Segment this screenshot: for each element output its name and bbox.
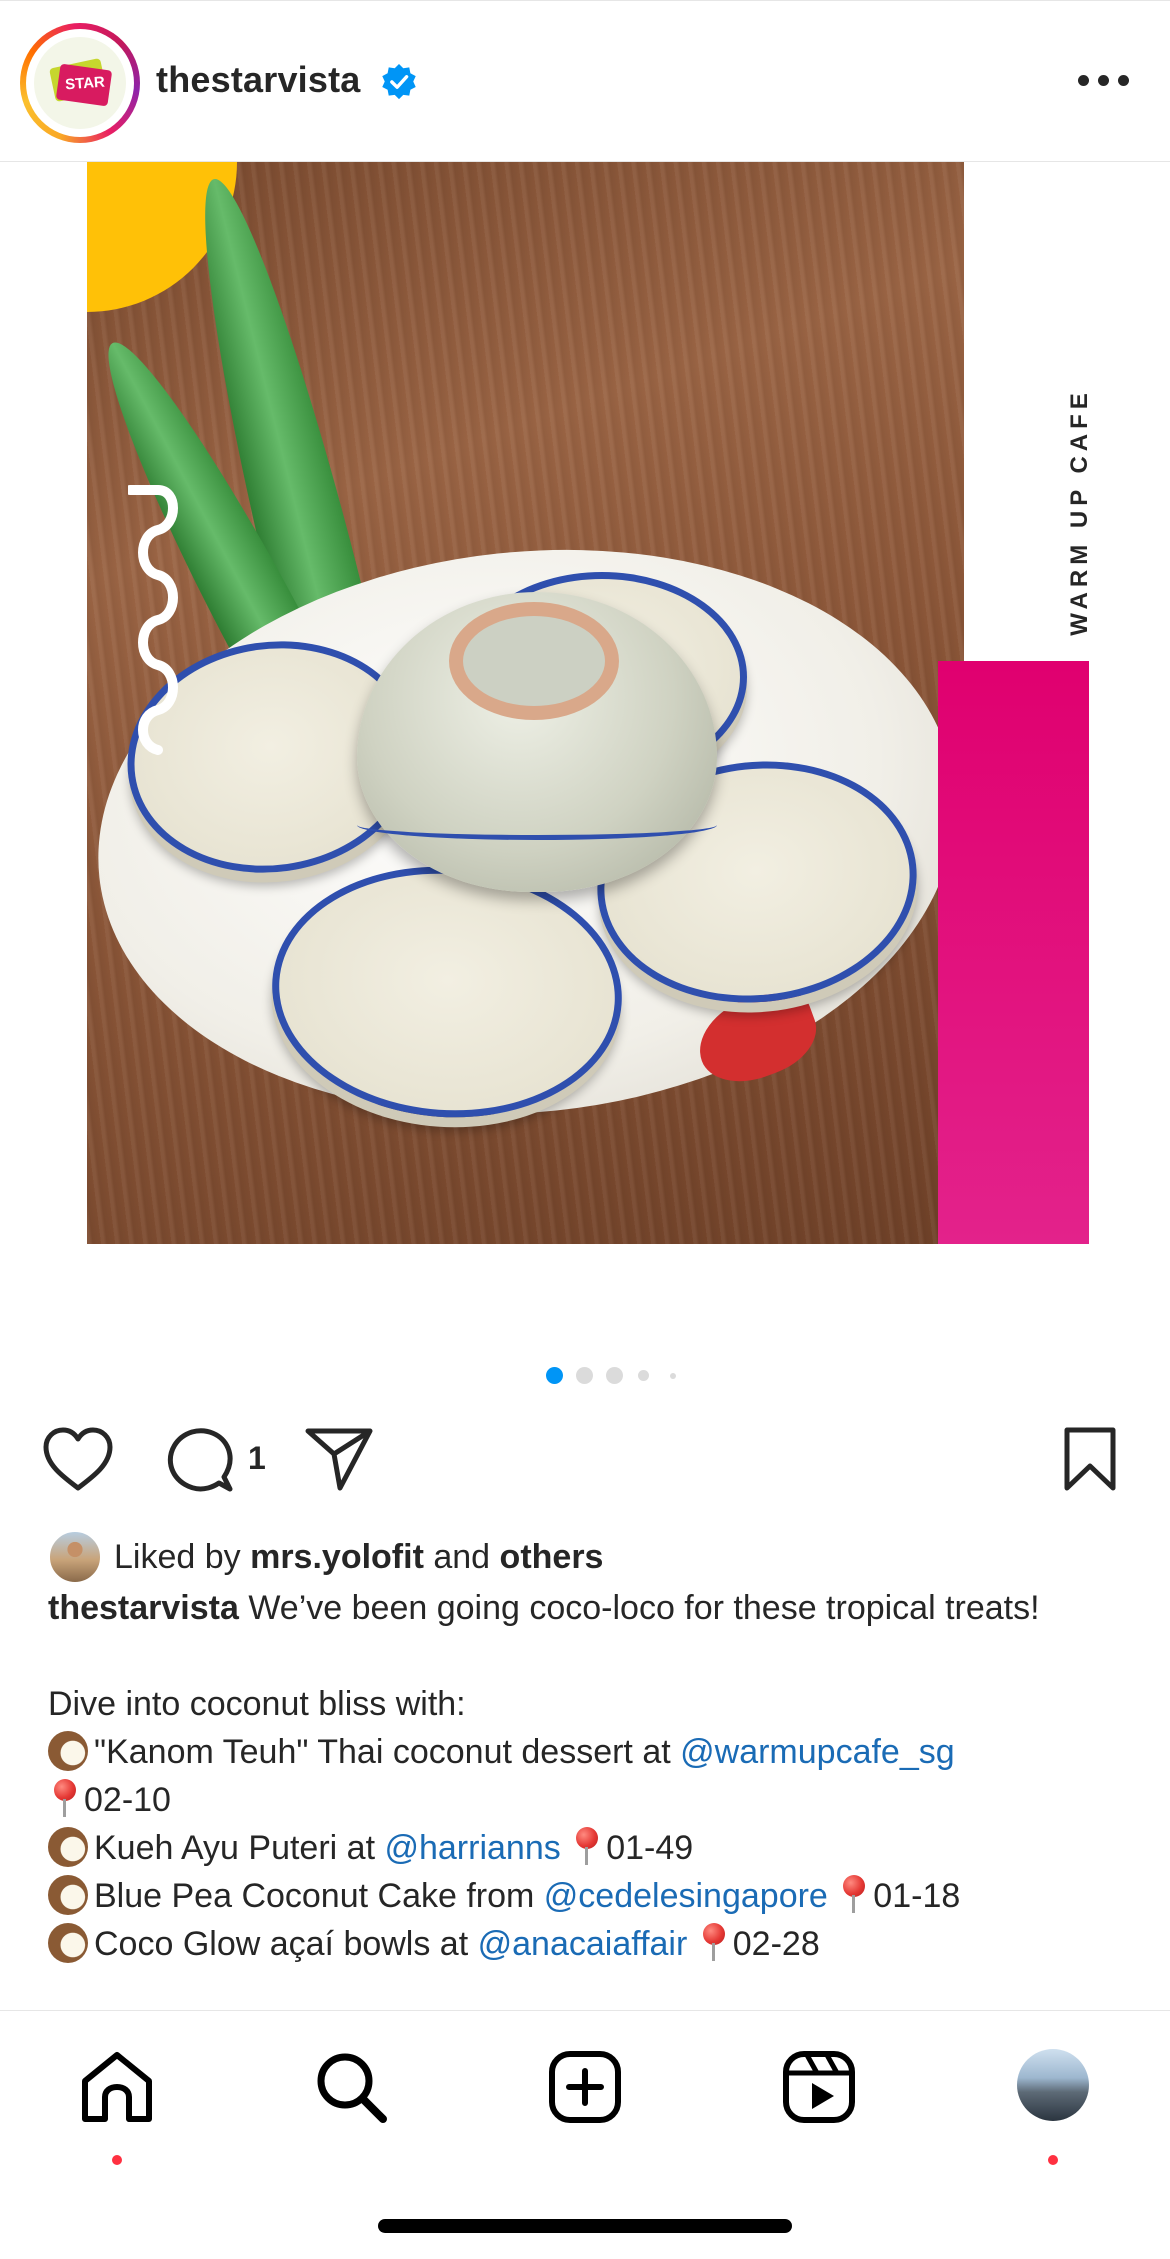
side-label: WARM UP CAFE xyxy=(1066,388,1093,636)
create-icon[interactable] xyxy=(545,2047,625,2127)
squiggle-decoration xyxy=(128,485,178,755)
heart-icon[interactable] xyxy=(42,1426,114,1492)
carousel-dot-active xyxy=(546,1367,563,1384)
search-icon[interactable] xyxy=(311,2047,391,2127)
comment-count: 1 xyxy=(248,1440,266,1476)
mention-link[interactable]: @harrianns xyxy=(384,1829,560,1867)
post-image[interactable]: WARM UP CAFE xyxy=(0,162,1170,1332)
caption-author[interactable]: thestarvista xyxy=(48,1589,239,1627)
coconut-emoji xyxy=(48,1731,88,1771)
caption-text: We’ve been going coco-loco for these tro… xyxy=(248,1589,1040,1627)
location-unit: 02-28 xyxy=(732,1925,820,1963)
caption-item: Coco Glow açaí bowls at @anacaiaffair 02… xyxy=(48,1920,1128,1968)
coconut-emoji xyxy=(48,1923,88,1963)
liker-avatar xyxy=(48,1530,102,1584)
caption-item: Blue Pea Coconut Cake from @cedelesingap… xyxy=(48,1872,1128,1920)
likes-row[interactable]: Liked by mrs.yolofit and others xyxy=(48,1530,1128,1584)
reels-icon[interactable] xyxy=(779,2047,859,2127)
coconut-emoji xyxy=(48,1875,88,1915)
share-icon[interactable] xyxy=(304,1426,374,1492)
likes-others-link[interactable]: others xyxy=(500,1538,604,1576)
likes-text: Liked by mrs.yolofit and others xyxy=(114,1538,604,1576)
logo-text: STAR xyxy=(64,73,106,94)
action-bar: 1 xyxy=(0,1418,1170,1498)
carousel-indicator xyxy=(544,1366,684,1386)
liker-username[interactable]: mrs.yolofit xyxy=(250,1538,424,1576)
home-icon[interactable] xyxy=(77,2047,157,2127)
profile-avatar[interactable] xyxy=(1017,2049,1089,2121)
pin-emoji xyxy=(841,1875,866,1915)
carousel-dot xyxy=(638,1370,649,1381)
caption-intro: Dive into coconut bliss with: xyxy=(48,1685,466,1723)
mention-link[interactable]: @anacaiaffair xyxy=(478,1925,688,1963)
pink-bar-decoration xyxy=(938,661,1089,1244)
pin-emoji xyxy=(701,1923,725,1963)
verified-badge-icon xyxy=(382,63,416,100)
author-username[interactable]: thestarvista xyxy=(156,59,361,101)
pin-emoji xyxy=(574,1827,599,1867)
profile-notification-dot xyxy=(1048,2155,1058,2165)
home-indicator[interactable] xyxy=(378,2219,792,2233)
carousel-dot xyxy=(576,1367,593,1384)
dessert-photo xyxy=(87,162,964,1244)
caption-item: Kueh Ayu Puteri at @harrianns 01-49 xyxy=(48,1824,1128,1872)
comment-icon[interactable] xyxy=(164,1426,234,1494)
thestar-logo: STAR xyxy=(34,37,126,129)
post-header: STAR thestarvista xyxy=(0,0,1170,162)
pin-emoji xyxy=(52,1779,76,1819)
coconut-emoji xyxy=(48,1827,88,1867)
caption-item: "Kanom Teuh" Thai coconut dessert at @wa… xyxy=(48,1728,1128,1824)
more-options-icon[interactable] xyxy=(1078,71,1130,91)
carousel-dot xyxy=(606,1367,623,1384)
save-bookmark-icon[interactable] xyxy=(1062,1426,1118,1492)
location-unit: 02-10 xyxy=(84,1781,171,1819)
mention-link[interactable]: @warmupcafe_sg xyxy=(680,1733,955,1771)
mention-link[interactable]: @cedelesingapore xyxy=(544,1877,828,1915)
post-caption: thestarvista We’ve been going coco-loco … xyxy=(48,1584,1128,1968)
carousel-dot xyxy=(670,1373,676,1379)
location-unit: 01-49 xyxy=(606,1829,694,1867)
home-notification-dot xyxy=(112,2155,122,2165)
location-unit: 01-18 xyxy=(873,1877,961,1915)
author-avatar[interactable]: STAR xyxy=(20,23,140,143)
